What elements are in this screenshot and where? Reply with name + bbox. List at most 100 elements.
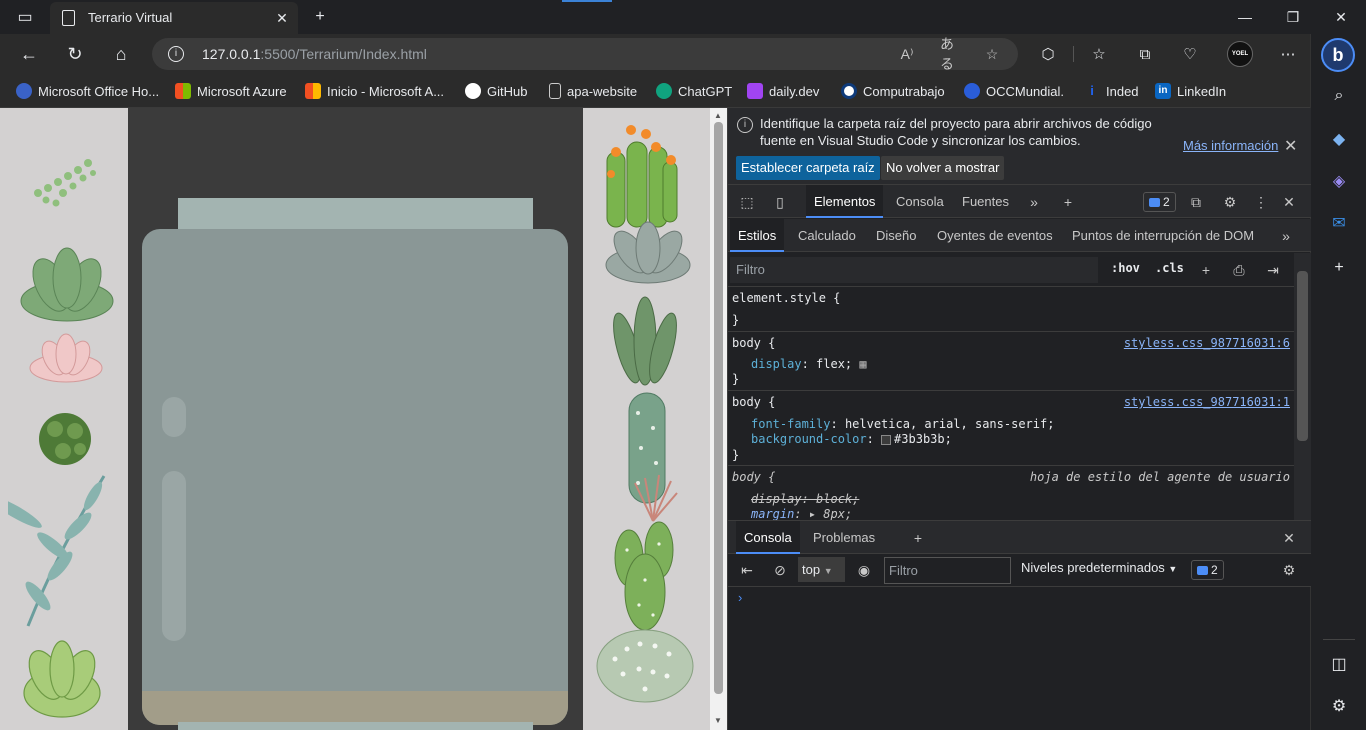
cls-toggle[interactable]: .cls: [1155, 261, 1184, 275]
more-subtabs-chevron-icon[interactable]: »: [1276, 226, 1296, 246]
scrollbar-thumb[interactable]: [714, 122, 723, 694]
add-sidebar-app-icon[interactable]: +: [1325, 254, 1353, 282]
plant-3[interactable]: [26, 330, 106, 388]
plant-8[interactable]: [601, 220, 695, 292]
connected-devices-icon[interactable]: ⧉: [1186, 192, 1206, 212]
rule-property[interactable]: font-family: helvetica, arial, sans-seri…: [751, 417, 1054, 432]
url-text[interactable]: 127.0.0.1:5500/Terrarium/Index.html: [202, 46, 427, 62]
close-infobar-icon[interactable]: ✕: [1284, 136, 1297, 156]
rule-property[interactable]: display: flex; ▦: [751, 357, 867, 372]
plant-12[interactable]: [609, 520, 683, 635]
context-selector[interactable]: top ▼: [798, 557, 845, 582]
tab-elements[interactable]: Elementos: [806, 185, 884, 218]
new-tab-icon[interactable]: +: [308, 6, 332, 28]
new-style-rule-icon[interactable]: +: [1196, 260, 1216, 280]
bookmark-inicio[interactable]: Inicio - Microsoft A...: [305, 80, 444, 102]
log-levels-dropdown[interactable]: Niveles predeterminados ▼: [1021, 560, 1177, 575]
microsoft-365-icon[interactable]: ◈: [1325, 167, 1353, 195]
bookmark-office[interactable]: Microsoft Office Ho...: [16, 80, 159, 102]
translate-icon[interactable]: ある: [940, 36, 962, 72]
dont-show-again-button[interactable]: No volver a mostrar: [881, 156, 1005, 180]
bookmark-daily-dev[interactable]: daily.dev: [747, 80, 819, 102]
devtools-settings-icon[interactable]: ⚙: [1220, 192, 1240, 212]
plant-11[interactable]: [625, 473, 681, 523]
shopping-tag-icon[interactable]: ◆: [1325, 125, 1353, 153]
bookmark-computrabajo[interactable]: Computrabajo: [841, 80, 945, 102]
set-root-folder-button[interactable]: Establecer carpeta raíz: [736, 156, 880, 180]
console-sidebar-icon[interactable]: ⇤: [737, 560, 757, 580]
bookmark-apa-website[interactable]: apa-website: [549, 80, 637, 102]
bookmark-azure[interactable]: Microsoft Azure: [175, 80, 287, 102]
minimize-icon[interactable]: —: [1222, 0, 1268, 34]
bookmark-linkedin[interactable]: in LinkedIn: [1155, 80, 1226, 102]
back-icon[interactable]: ←: [15, 40, 43, 68]
plant-2[interactable]: [16, 243, 118, 325]
close-window-icon[interactable]: ✕: [1318, 0, 1364, 34]
scroll-down-icon[interactable]: ▼: [714, 716, 722, 725]
settings-gear-icon[interactable]: ⚙: [1325, 692, 1353, 720]
rule-selector[interactable]: element.style {: [732, 291, 840, 306]
favorite-star-icon[interactable]: ☆: [981, 44, 1003, 64]
scroll-up-icon[interactable]: ▲: [714, 111, 722, 120]
rule-source-link[interactable]: styless.css_987716031:6: [1124, 336, 1290, 351]
plant-5[interactable]: [8, 466, 120, 636]
plant-13[interactable]: [595, 624, 695, 704]
copilot-icon[interactable]: b: [1321, 38, 1355, 72]
rendering-emulation-icon[interactable]: ⎙: [1229, 260, 1249, 280]
rule-source-link[interactable]: styless.css_987716031:1: [1124, 395, 1290, 410]
site-info-icon[interactable]: i: [168, 46, 184, 62]
drawer-tab-issues[interactable]: Problemas: [805, 521, 883, 554]
more-info-link[interactable]: Más información: [1183, 138, 1278, 153]
device-emulation-icon[interactable]: ▯: [770, 192, 790, 212]
tab-dom-breakpoints[interactable]: Puntos de interrupción de DOM: [1064, 219, 1262, 252]
home-icon[interactable]: ⌂: [107, 40, 135, 68]
bookmark-inded[interactable]: i Inded: [1084, 80, 1138, 102]
plant-6[interactable]: [20, 633, 105, 721]
hov-toggle[interactable]: :hov: [1111, 261, 1140, 275]
issues-badge[interactable]: 2: [1143, 192, 1176, 212]
collections-icon[interactable]: ⧉: [1133, 42, 1157, 66]
address-bar[interactable]: i 127.0.0.1:5500/Terrarium/Index.html A⁾…: [152, 36, 1018, 72]
tab-sources[interactable]: Fuentes: [954, 185, 1017, 218]
console-settings-icon[interactable]: ⚙: [1279, 560, 1299, 580]
clear-console-icon[interactable]: ⊘: [770, 560, 790, 580]
tab-layout[interactable]: Diseño: [868, 219, 924, 252]
color-swatch[interactable]: [881, 434, 892, 445]
outlook-icon[interactable]: ✉: [1325, 209, 1353, 237]
inspect-element-icon[interactable]: ⬚: [737, 192, 757, 212]
favorites-icon[interactable]: ☆: [1087, 42, 1111, 66]
bookmark-github[interactable]: GitHub: [465, 80, 527, 102]
rule-selector[interactable]: body {: [732, 395, 775, 410]
tab-styles[interactable]: Estilos: [730, 219, 785, 252]
styles-scrollbar[interactable]: [1294, 253, 1311, 520]
bookmark-occmundial[interactable]: OCCMundial.: [964, 80, 1064, 102]
tab-terrario[interactable]: Terrario Virtual ✕: [50, 2, 298, 34]
search-icon[interactable]: ⌕: [1325, 82, 1353, 110]
page-scrollbar[interactable]: ▲ ▼: [710, 108, 727, 730]
toggle-computed-sidebar-icon[interactable]: ⇥: [1263, 260, 1283, 280]
console-filter-input[interactable]: Filtro: [884, 557, 1011, 584]
refresh-icon[interactable]: ↻: [61, 40, 89, 68]
extensions-icon[interactable]: ⬡: [1036, 42, 1060, 66]
close-tab-icon[interactable]: ✕: [272, 8, 292, 28]
console-issues-badge[interactable]: 2: [1191, 560, 1224, 580]
hide-sidebar-icon[interactable]: ◫: [1325, 650, 1353, 678]
styles-filter-input[interactable]: Filtro: [730, 257, 1098, 283]
plant-7[interactable]: [601, 122, 683, 230]
tab-console[interactable]: Consola: [888, 185, 952, 218]
flexbox-editor-icon[interactable]: ▦: [859, 357, 866, 371]
close-devtools-icon[interactable]: ✕: [1279, 192, 1299, 212]
rule-property[interactable]: background-color: #3b3b3b;: [751, 432, 952, 447]
styles-scrollbar-thumb[interactable]: [1297, 271, 1308, 441]
console-prompt[interactable]: ›: [738, 590, 742, 605]
restore-icon[interactable]: ❐: [1270, 0, 1316, 34]
plant-9[interactable]: [605, 293, 683, 388]
tab-computed[interactable]: Calculado: [790, 219, 864, 252]
drawer-tab-console[interactable]: Consola: [736, 521, 800, 554]
close-drawer-icon[interactable]: ✕: [1279, 528, 1299, 548]
live-expression-eye-icon[interactable]: ◉: [854, 560, 874, 580]
add-drawer-tab-icon[interactable]: +: [908, 528, 928, 548]
bookmark-chatgpt[interactable]: ChatGPT: [656, 80, 732, 102]
profile-avatar[interactable]: YOEL: [1227, 41, 1253, 67]
more-menu-icon[interactable]: ⋯: [1276, 42, 1300, 66]
